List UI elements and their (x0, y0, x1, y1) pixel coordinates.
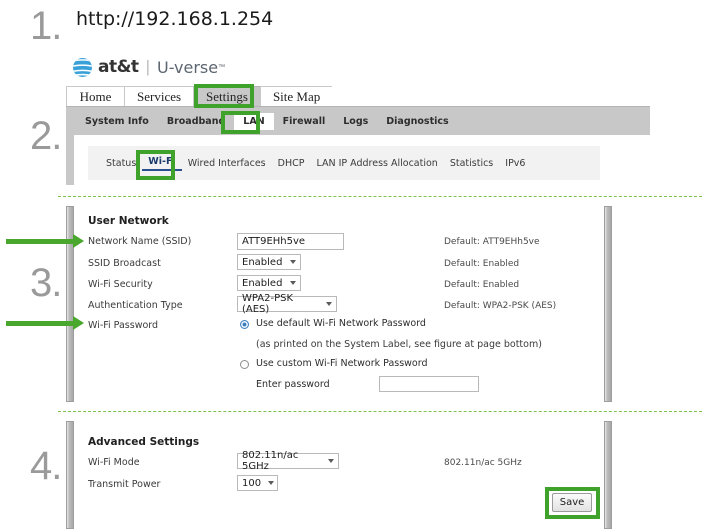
step-number-2: 2. (30, 116, 61, 156)
advanced-settings-title: Advanced Settings (88, 436, 199, 448)
main-tab-strip: Home Services Settings Site Map (66, 86, 650, 107)
authentication-type-select[interactable]: WPA2-PSK (AES) (237, 296, 337, 312)
subnav-item-system-info[interactable]: System Info (76, 113, 158, 130)
screenshot-root: 1. http://192.168.1.254 at&t | U-verse ™… (0, 0, 706, 529)
tertiary-item-lan-ip-allocation[interactable]: LAN IP Address Allocation (310, 158, 443, 169)
subnav-item-lan[interactable]: LAN (234, 113, 273, 130)
radio-use-default-password[interactable] (240, 320, 249, 329)
save-button[interactable]: Save (552, 493, 592, 512)
ssid-broadcast-select[interactable]: Enabled (237, 254, 301, 270)
label-wifi-password: Wi-Fi Password (88, 320, 158, 331)
label-enter-password: Enter password (256, 379, 330, 390)
label-use-custom-password: Use custom Wi-Fi Network Password (256, 358, 428, 369)
default-network-name: Default: ATT9EHh5ve (444, 237, 540, 247)
tertiary-nav: Status Wi-Fi Wired Interfaces DHCP LAN I… (88, 146, 600, 180)
advanced-left-rail (66, 421, 74, 529)
subnav-item-logs[interactable]: Logs (334, 113, 377, 130)
tab-home[interactable]: Home (66, 86, 124, 106)
section-divider-middle (58, 411, 702, 412)
default-wifi-mode: 802.11n/ac 5GHz (444, 458, 522, 468)
tertiary-item-dhcp[interactable]: DHCP (272, 158, 311, 169)
label-wifi-security: Wi-Fi Security (88, 279, 153, 290)
att-wordmark: at&t (98, 57, 139, 77)
tab-strip-filler (332, 86, 650, 106)
default-authentication-type-text: Default: WPA2-PSK (AES) (444, 301, 556, 311)
ssid-input[interactable]: ATT9EHh5ve (237, 233, 344, 250)
router-url-text: http://192.168.1.254 (76, 8, 273, 30)
att-globe-icon (72, 57, 93, 78)
default-wifi-security: Default: Enabled (444, 280, 519, 290)
transmit-power-value: 100 (242, 478, 261, 489)
advanced-right-rail (604, 421, 612, 529)
chevron-down-icon (328, 459, 334, 463)
tertiary-item-ipv6[interactable]: IPv6 (499, 158, 531, 169)
password-hint-text: (as printed on the System Label, see fig… (256, 339, 542, 350)
tertiary-item-wired-interfaces[interactable]: Wired Interfaces (182, 158, 272, 169)
label-use-default-password: Use default Wi-Fi Network Password (256, 318, 426, 329)
enter-password-input[interactable] (379, 376, 479, 392)
label-authentication-type: Authentication Type (88, 300, 183, 311)
tertiary-item-status[interactable]: Status (100, 158, 142, 169)
transmit-power-select[interactable]: 100 (237, 475, 278, 491)
wifi-mode-value: 802.11n/ac 5GHz (242, 450, 321, 472)
step-number-4: 4. (30, 446, 61, 486)
tab-services[interactable]: Services (124, 86, 193, 106)
subnav-item-diagnostics[interactable]: Diagnostics (377, 113, 457, 130)
label-network-name: Network Name (SSID) (88, 236, 191, 247)
arrow-network-name (6, 234, 84, 248)
subnav-item-firewall[interactable]: Firewall (274, 113, 335, 130)
chevron-down-icon (290, 260, 296, 264)
section-divider-top (58, 196, 702, 197)
uverse-wordmark: U-verse (157, 58, 218, 77)
att-uverse-logo: at&t | U-verse ™ (72, 54, 225, 80)
step-number-3: 3. (30, 263, 61, 303)
wifi-mode-select[interactable]: 802.11n/ac 5GHz (237, 453, 339, 469)
label-transmit-power: Transmit Power (88, 479, 160, 490)
user-network-title: User Network (88, 215, 169, 227)
tab-settings[interactable]: Settings (193, 86, 260, 106)
chevron-down-icon (326, 302, 332, 306)
wifi-security-select[interactable]: Enabled (237, 275, 301, 291)
tertiary-item-wifi[interactable]: Wi-Fi (142, 156, 181, 171)
secondary-nav: System Info Broadband LAN Firewall Logs … (66, 107, 650, 135)
label-wifi-mode: Wi-Fi Mode (88, 457, 140, 468)
radio-use-custom-password[interactable] (240, 360, 249, 369)
arrow-wifi-password (6, 316, 84, 330)
trademark-icon: ™ (218, 64, 225, 71)
step-number-1: 1. (30, 6, 61, 46)
ssid-broadcast-value: Enabled (242, 257, 282, 268)
authentication-type-value: WPA2-PSK (AES) (242, 293, 319, 315)
chevron-down-icon (290, 281, 296, 285)
chevron-down-icon (268, 481, 274, 485)
label-ssid-broadcast: SSID Broadcast (88, 258, 161, 269)
tertiary-item-statistics[interactable]: Statistics (444, 158, 499, 169)
subnav-item-broadband[interactable]: Broadband (158, 113, 234, 130)
wifi-security-value: Enabled (242, 278, 282, 289)
logo-divider: | (146, 57, 150, 77)
default-ssid-broadcast: Default: Enabled (444, 259, 519, 269)
tab-site-map[interactable]: Site Map (260, 86, 332, 106)
user-network-right-rail (604, 206, 612, 402)
